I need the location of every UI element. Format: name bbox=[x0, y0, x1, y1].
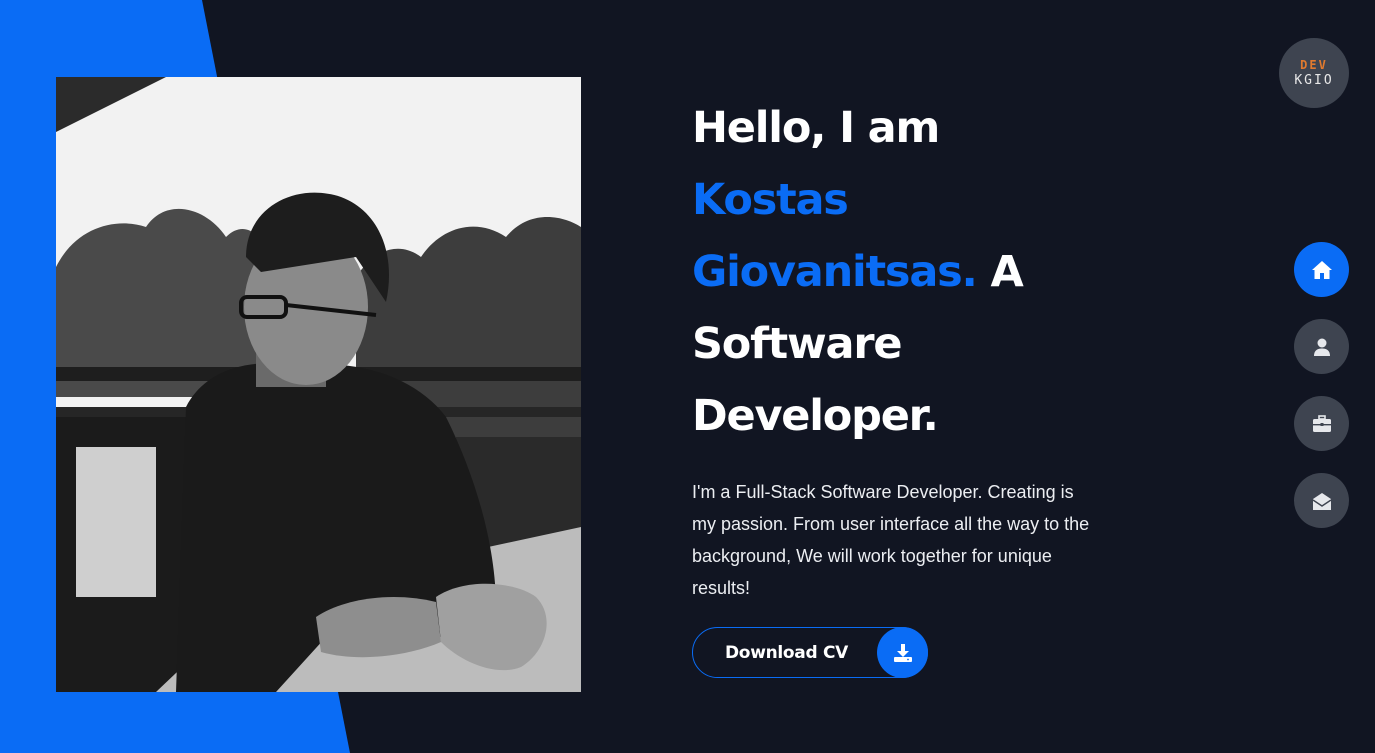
download-icon bbox=[877, 627, 928, 678]
nav-home[interactable] bbox=[1294, 242, 1349, 297]
nav-contact[interactable] bbox=[1294, 473, 1349, 528]
home-icon bbox=[1311, 260, 1332, 279]
nav-about[interactable] bbox=[1294, 319, 1349, 374]
role-word-1: Software bbox=[692, 319, 902, 369]
logo-text-top: DEV bbox=[1300, 58, 1328, 72]
name-last: Giovanitsas. bbox=[692, 247, 978, 297]
profile-photo bbox=[56, 77, 581, 692]
hero-section: Hello, I am Kostas Giovanitsas. A Softwa… bbox=[692, 92, 1112, 604]
briefcase-icon bbox=[1312, 414, 1331, 432]
logo-text-bottom: KGIO bbox=[1294, 73, 1334, 88]
side-nav bbox=[1294, 242, 1349, 550]
role-article: A bbox=[990, 247, 1023, 297]
user-icon bbox=[1313, 338, 1330, 356]
nav-portfolio[interactable] bbox=[1294, 396, 1349, 451]
download-cv-label: Download CV bbox=[725, 642, 848, 663]
greeting: Hello, I am bbox=[692, 103, 940, 153]
envelope-open-icon bbox=[1312, 492, 1331, 510]
intro-text: I'm a Full-Stack Software Developer. Cre… bbox=[692, 482, 1090, 598]
download-cv-button[interactable]: Download CV bbox=[692, 627, 928, 678]
hero-headline: Hello, I am Kostas Giovanitsas. A Softwa… bbox=[692, 92, 1112, 452]
logo[interactable]: DEV KGIO bbox=[1279, 38, 1349, 108]
name-first: Kostas bbox=[692, 175, 849, 225]
role-word-2: Developer. bbox=[692, 391, 939, 441]
page: DEV KGIO Hello, I am Kostas Giovanitsas.… bbox=[0, 0, 1375, 753]
